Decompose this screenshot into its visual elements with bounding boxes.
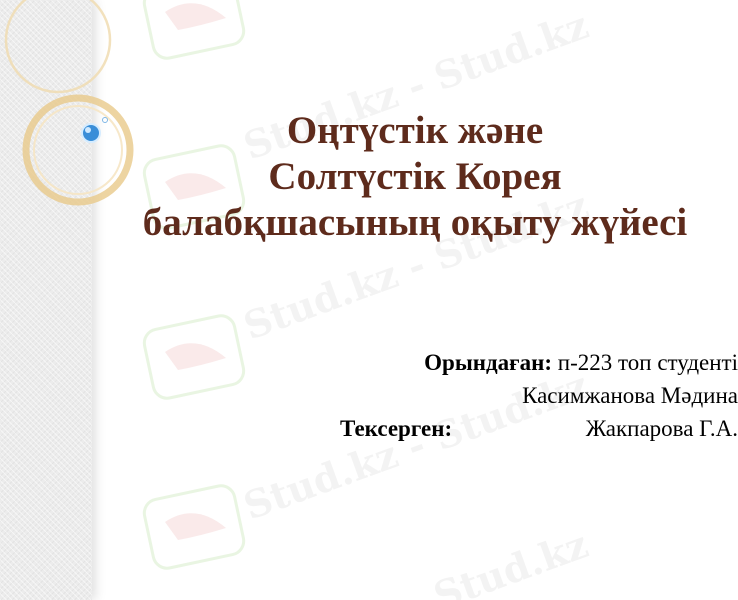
performed-by-value: п-223 топ студенті xyxy=(557,350,738,375)
performed-by-row: Орындаған: п-223 топ студенті xyxy=(318,346,738,379)
slide-title: Оңтүстік және Солтүстік Корея балабқшасы… xyxy=(100,108,730,246)
svg-text:Stud.kz: Stud.kz xyxy=(428,521,594,600)
watermark-logo-icon xyxy=(142,0,246,60)
blue-bead-icon xyxy=(81,123,101,143)
title-line-2: Солтүстік Корея xyxy=(268,155,562,198)
slide: Stud.kz - Stud.kz Stud.kz - Stud.kz Stud… xyxy=(0,0,738,600)
student-name-row: Касимжанова Мәдина xyxy=(318,379,738,412)
watermark-logo-icon xyxy=(142,484,246,570)
checked-by-value: Жакпарова Г.А. xyxy=(585,416,738,441)
title-line-3: балабқшасының оқыту жүйесі xyxy=(142,201,688,244)
author-info: Орындаған: п-223 топ студенті Касимжанов… xyxy=(318,346,738,445)
checked-by-row: Тексерген: Жакпарова Г.А. xyxy=(340,412,738,445)
title-line-1: Оңтүстік және xyxy=(286,109,544,152)
bead-highlight xyxy=(85,127,91,133)
performed-by-label: Орындаған: xyxy=(424,350,553,375)
checked-by-label: Тексерген: xyxy=(340,416,453,441)
watermark-logo-icon xyxy=(142,314,246,400)
large-ring-shape xyxy=(4,0,112,94)
student-name: Касимжанова Мәдина xyxy=(522,383,738,408)
